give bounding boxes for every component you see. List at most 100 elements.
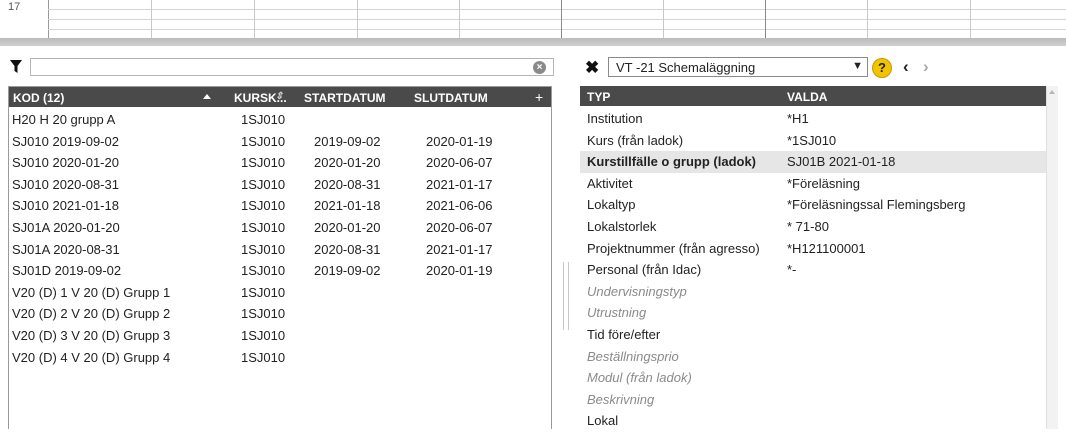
filter-icon[interactable]: [10, 60, 22, 74]
grid-line: [254, 0, 255, 38]
property-row-selected[interactable]: Kurstillfälle o grupp (ladok) SJ01B 2021…: [580, 151, 1046, 173]
list-row[interactable]: V20 (D) 1 V 20 (D) Grupp 1 1SJ010: [9, 282, 551, 304]
property-row[interactable]: Institution *H1: [580, 108, 1046, 130]
property-row[interactable]: Beskrivning: [580, 389, 1046, 411]
property-row[interactable]: Personal (från Idac) *-: [580, 259, 1046, 281]
property-key: Projektnummer (från agresso): [587, 240, 760, 256]
grid-line: [765, 0, 766, 38]
property-row[interactable]: Lokaltyp *Föreläsningssal Flemingsberg: [580, 194, 1046, 216]
vertical-scrollbar[interactable]: [1046, 86, 1058, 429]
cell-kurs: 1SJ010: [241, 263, 286, 279]
cell-kod: V20 (D) 1 V 20 (D) Grupp 1: [12, 284, 171, 300]
splitter-grip-line: [568, 262, 569, 330]
grid-line: [561, 0, 562, 38]
property-value: SJ01B 2021-01-18: [787, 154, 896, 170]
cell-kod: H20 H 20 grupp A: [12, 112, 116, 127]
cell-kod: V20 (D) 4 V 20 (D) Grupp 4: [12, 349, 171, 365]
property-key: Utrustning: [587, 305, 647, 321]
selection-panel: ✖ VT -21 Schemaläggning ▼ ? ‹ › TYP VALD…: [580, 56, 1066, 429]
course-list: KOD (12) KURSK... ⇕ STARTDATUM SLUTDATUM…: [8, 86, 552, 429]
cell-slutdatum: 2021-06-06: [426, 198, 493, 214]
cell-slutdatum: 2021-01-17: [426, 241, 493, 257]
close-icon[interactable]: ✖: [585, 59, 599, 76]
column-header-slutdatum[interactable]: SLUTDATUM: [414, 91, 488, 105]
property-row[interactable]: Utrustning: [580, 302, 1046, 324]
property-row[interactable]: Projektnummer (från agresso) *H121100001: [580, 238, 1046, 260]
list-row[interactable]: SJ010 2019-09-02 1SJ010 2019-09-02 2020-…: [9, 131, 551, 153]
cell-kurs: 1SJ010: [241, 306, 286, 322]
cell-kurs: 1SJ010: [241, 176, 286, 192]
sort-both-icon[interactable]: ⇕: [275, 91, 283, 102]
column-header-typ[interactable]: TYP: [587, 90, 610, 104]
cell-slutdatum: 2020-06-07: [426, 155, 493, 171]
cell-slutdatum: 2020-01-19: [426, 263, 493, 279]
cell-kod: SJ01A 2020-08-31: [12, 241, 120, 257]
cell-kurs: 1SJ010: [241, 155, 286, 171]
property-value: *-: [787, 262, 797, 278]
property-row[interactable]: Aktivitet *Föreläsning: [580, 173, 1046, 195]
cell-kod: SJ01D 2019-09-02: [12, 263, 122, 279]
property-value: *H1: [787, 111, 809, 126]
panel-splitter-handle[interactable]: [563, 262, 569, 330]
list-row[interactable]: SJ01D 2019-09-02 1SJ010 2019-09-02 2020-…: [9, 260, 551, 282]
property-key: Lokal: [587, 413, 619, 429]
filter-input[interactable]: [30, 58, 554, 76]
cell-slutdatum: 2020-06-07: [426, 219, 493, 235]
cell-kod: SJ010 2019-09-02: [12, 133, 119, 149]
sort-ascending-icon[interactable]: [203, 94, 211, 99]
list-row[interactable]: SJ010 2020-01-20 1SJ010 2020-01-20 2020-…: [9, 152, 551, 174]
clear-filter-icon[interactable]: ×: [533, 61, 546, 74]
column-header-kod[interactable]: KOD (12): [13, 91, 64, 105]
grid-horizontal-scrollbar[interactable]: [0, 38, 1066, 46]
list-row[interactable]: V20 (D) 4 V 20 (D) Grupp 4 1SJ010: [9, 347, 551, 369]
chevron-right-icon[interactable]: ›: [923, 57, 929, 77]
list-row[interactable]: V20 (D) 3 V 20 (D) Grupp 3 1SJ010: [9, 325, 551, 347]
list-row[interactable]: SJ010 2020-08-31 1SJ010 2020-08-31 2021-…: [9, 174, 551, 196]
property-row[interactable]: Modul (från ladok): [580, 367, 1046, 389]
chevron-left-icon[interactable]: ‹: [903, 57, 909, 77]
property-key: Kurs (från ladok): [587, 132, 684, 148]
cell-kod: SJ01A 2020-01-20: [12, 219, 120, 235]
property-key: Modul (från ladok): [587, 370, 692, 386]
property-row[interactable]: Lokalstorlek * 71-80: [580, 216, 1046, 238]
help-icon[interactable]: ?: [872, 58, 892, 78]
property-header: TYP VALDA: [580, 86, 1046, 106]
list-row[interactable]: H20 H 20 grupp A 1SJ010: [9, 109, 551, 131]
cell-kurs: 1SJ010: [241, 327, 286, 343]
scroll-up-icon[interactable]: [1049, 90, 1055, 94]
cell-kurs: 1SJ010: [241, 241, 286, 257]
add-column-button[interactable]: +: [535, 89, 543, 105]
column-header-valda[interactable]: VALDA: [787, 90, 827, 104]
list-row[interactable]: SJ01A 2020-08-31 1SJ010 2020-08-31 2021-…: [9, 239, 551, 261]
property-key: Undervisningstyp: [587, 283, 687, 299]
property-row[interactable]: Tid före/efter: [580, 324, 1046, 346]
splitter-grip-line: [563, 262, 564, 330]
cell-kurs: 1SJ010: [241, 198, 286, 214]
view-select[interactable]: VT -21 Schemaläggning ▼: [608, 57, 868, 77]
cell-startdatum: 2020-08-31: [314, 241, 381, 257]
property-value: *1SJ010: [787, 132, 837, 148]
property-key: Beskrivning: [587, 391, 655, 407]
cell-kurs: 1SJ010: [241, 284, 286, 300]
cell-kurs: 1SJ010: [241, 219, 286, 235]
property-row[interactable]: Undervisningstyp: [580, 281, 1046, 303]
property-key: Lokaltyp: [587, 197, 636, 213]
cell-kurs: 1SJ010: [241, 133, 286, 149]
cell-slutdatum: 2021-01-17: [426, 176, 493, 192]
property-row[interactable]: Beställningsprio: [580, 346, 1046, 368]
property-key: Kurstillfälle o grupp (ladok): [587, 154, 757, 170]
filter-row: ×: [8, 56, 554, 80]
property-key: Personal (från Idac): [587, 262, 702, 278]
schedule-grid-strip[interactable]: 17: [0, 0, 1066, 46]
property-key: Lokalstorlek: [587, 218, 657, 234]
column-header-startdatum[interactable]: STARTDATUM: [304, 91, 386, 105]
property-key: Tid före/efter: [587, 326, 661, 342]
property-rows: Institution *H1 Kurs (från ladok) *1SJ01…: [580, 108, 1046, 432]
list-row[interactable]: SJ010 2021-01-18 1SJ010 2021-01-18 2021-…: [9, 195, 551, 217]
property-row[interactable]: Kurs (från ladok) *1SJ010: [580, 130, 1046, 152]
cell-startdatum: 2020-01-20: [314, 219, 381, 235]
cell-startdatum: 2021-01-18: [314, 198, 381, 214]
list-row[interactable]: V20 (D) 2 V 20 (D) Grupp 2 1SJ010: [9, 303, 551, 325]
list-row[interactable]: SJ01A 2020-01-20 1SJ010 2020-01-20 2020-…: [9, 217, 551, 239]
property-key: Beställningsprio: [587, 348, 679, 364]
